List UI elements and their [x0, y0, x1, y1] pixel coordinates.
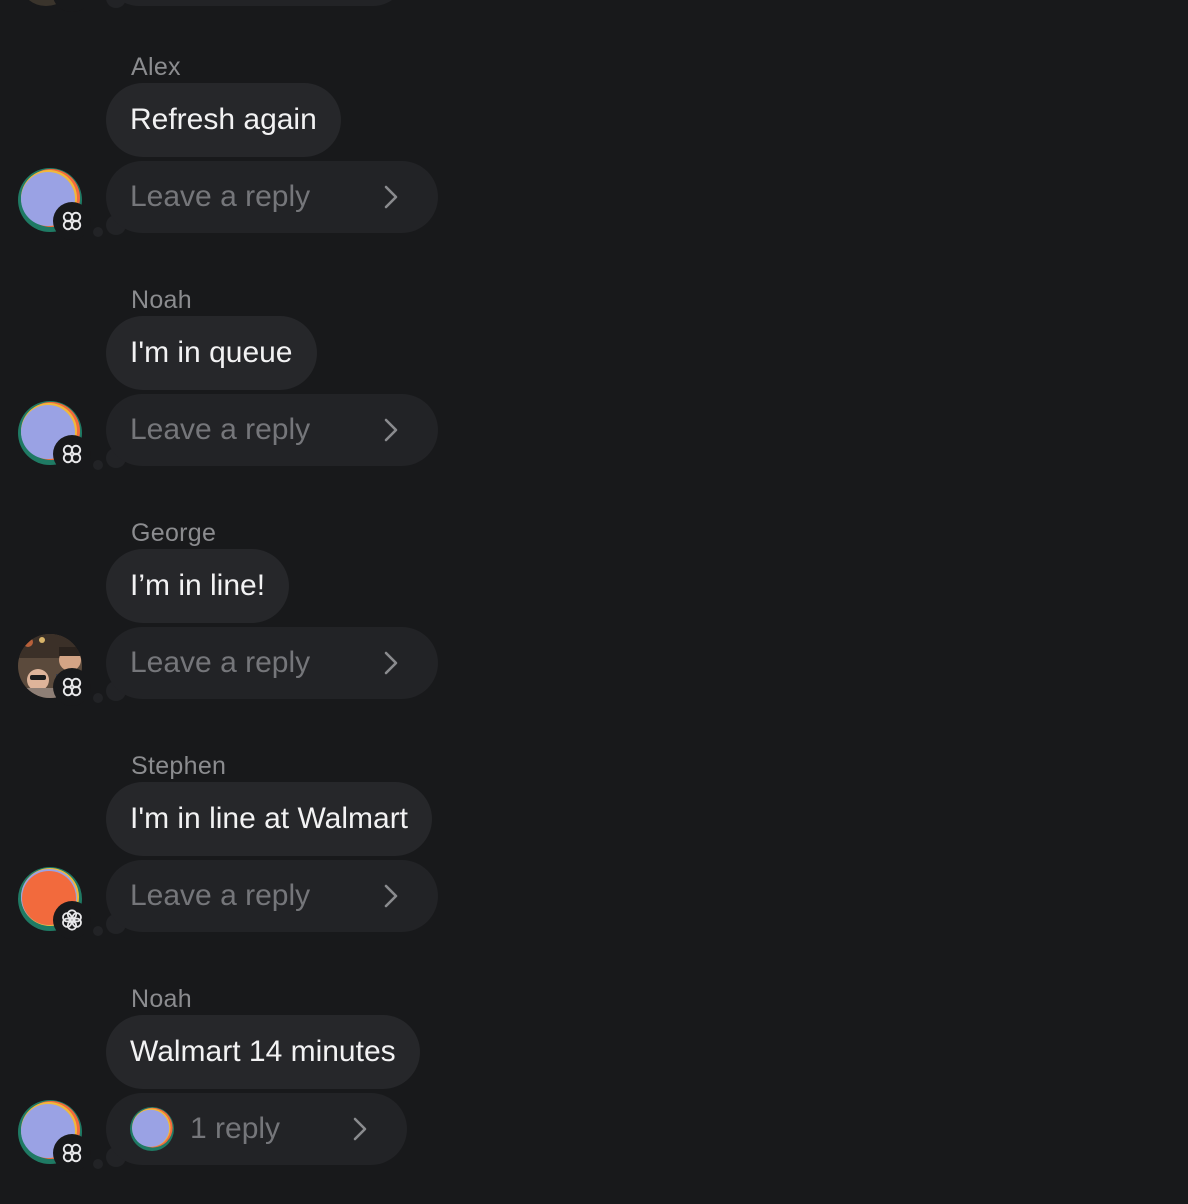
chevron-right-icon	[384, 651, 398, 675]
leave-reply-button[interactable]: Leave a reply	[106, 161, 438, 233]
flower-badge-icon	[53, 901, 91, 939]
reply-label: Leave a reply	[130, 646, 311, 679]
reply-label: Leave a reply	[130, 180, 311, 213]
message-item: George I’m in line! Leave a reply	[0, 518, 600, 751]
sender-name: Noah	[131, 985, 192, 1013]
sender-name: Alex	[131, 53, 181, 81]
clover-badge-icon	[53, 435, 91, 473]
message-item: Alex Refresh again Leave a reply	[0, 52, 600, 285]
sender-name: Noah	[131, 286, 192, 314]
chevron-right-icon	[353, 1117, 367, 1141]
view-replies-button[interactable]: 1 reply	[106, 1093, 407, 1165]
message-bubble[interactable]: I'm in line at Walmart	[106, 782, 433, 856]
chevron-right-icon	[384, 185, 398, 209]
previous-tail-fragment	[106, 0, 126, 8]
previous-reply-fragment	[106, 0, 406, 6]
message-item: Stephen I'm in line at Walmart Leave a r…	[0, 751, 600, 984]
reply-tail-dot	[93, 1159, 103, 1169]
previous-badge-fragment	[53, 0, 91, 12]
reply-tail-dot	[93, 926, 103, 936]
leave-reply-button[interactable]: Leave a reply	[106, 627, 438, 699]
reply-tail-dot	[93, 693, 103, 703]
message-bubble[interactable]: Refresh again	[106, 83, 341, 157]
clover-badge-icon	[53, 668, 91, 706]
chevron-right-icon	[384, 884, 398, 908]
reply-tail-dot	[93, 227, 103, 237]
message-item: Noah I'm in queue Leave a reply	[0, 285, 600, 518]
message-bubble[interactable]: I'm in queue	[106, 316, 317, 390]
reply-label: Leave a reply	[130, 413, 311, 446]
message-bubble[interactable]: I’m in line!	[106, 549, 290, 623]
sender-name: Stephen	[131, 752, 227, 780]
clover-badge-icon	[53, 202, 91, 240]
reply-avatar	[130, 1107, 174, 1151]
leave-reply-button[interactable]: Leave a reply	[106, 394, 438, 466]
clover-badge-icon	[53, 1134, 91, 1172]
message-item: Noah Walmart 14 minutes 1 reply	[0, 984, 600, 1204]
reply-tail-dot	[93, 460, 103, 470]
sender-name: George	[131, 519, 217, 547]
reply-label: Leave a reply	[130, 879, 311, 912]
chat-thread: Alex Refresh again Leave a reply Noah I'…	[0, 0, 1188, 1204]
message-bubble[interactable]: Walmart 14 minutes	[106, 1015, 420, 1089]
leave-reply-button[interactable]: Leave a reply	[106, 860, 438, 932]
reply-count-label: 1 reply	[190, 1112, 281, 1145]
chevron-right-icon	[384, 418, 398, 442]
